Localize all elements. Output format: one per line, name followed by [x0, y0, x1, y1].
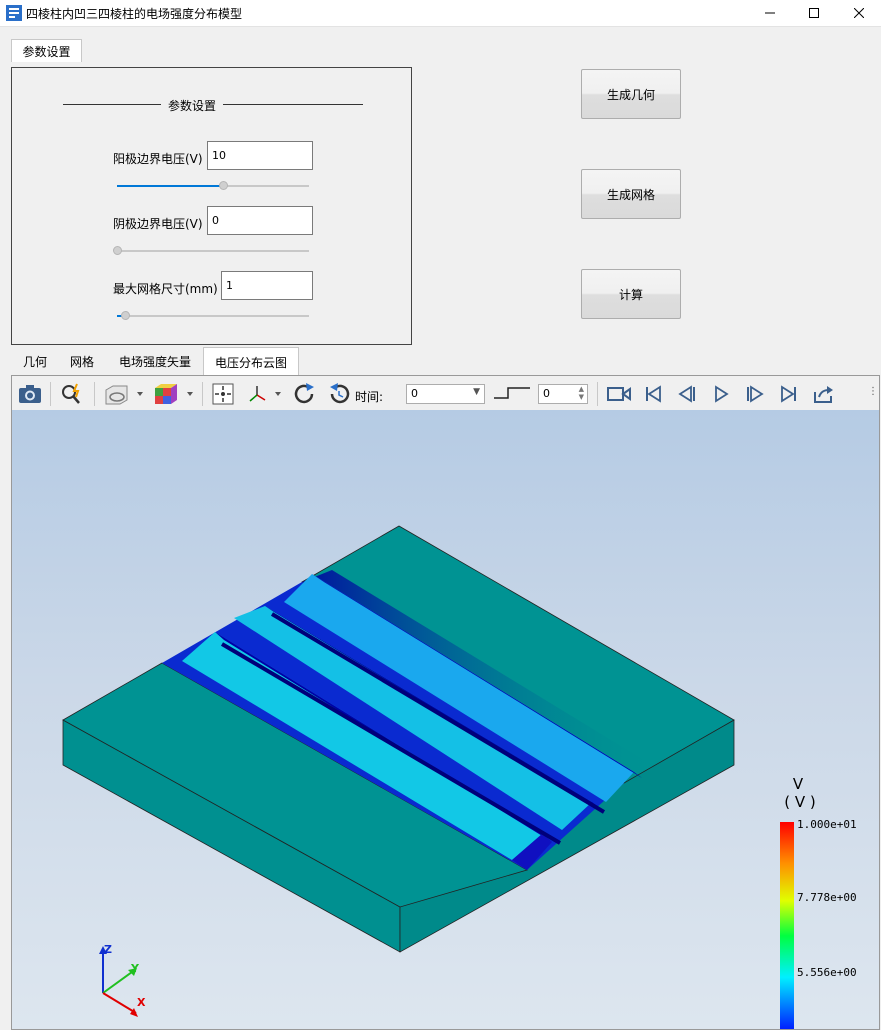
rotate-cw-button[interactable] [292, 383, 318, 405]
rotate-ccw-button[interactable] [326, 383, 352, 405]
display-mode-dropdown[interactable] [102, 383, 146, 405]
export-button[interactable] [811, 383, 835, 405]
next-frame-button[interactable] [743, 383, 767, 405]
max-mesh-size-input[interactable]: 1 [221, 271, 313, 300]
toolbar-separator [202, 382, 203, 406]
play-icon [715, 385, 729, 403]
title-bar: 四棱柱内凹三四棱柱的电场强度分布模型 [0, 0, 881, 27]
toolbar-separator [597, 382, 598, 406]
cathode-voltage-slider[interactable] [117, 250, 309, 252]
tab-voltage-contour[interactable]: 电压分布云图 [203, 347, 299, 376]
cathode-voltage-slider-handle[interactable] [113, 246, 122, 255]
first-frame-button[interactable] [641, 383, 665, 405]
record-video-button[interactable] [605, 383, 633, 405]
close-icon [854, 8, 864, 18]
window-title: 四棱柱内凹三四棱柱的电场强度分布模型 [26, 7, 243, 21]
tab-params[interactable]: 参数设置 [11, 39, 82, 62]
group-line-right [223, 104, 363, 105]
screenshot-button[interactable] [16, 383, 44, 405]
time-select-value: 0 [411, 387, 418, 400]
anode-voltage-slider-handle[interactable] [218, 181, 228, 190]
time-label: 时间: [355, 390, 384, 404]
color-cube-icon [155, 384, 193, 404]
first-frame-icon [646, 385, 661, 403]
render-view[interactable]: V ( V ) 1.000e+01 7.778e+00 5.556e+00 Z … [12, 410, 879, 1029]
anode-voltage-label: 阳极边界电压(V) [113, 152, 203, 166]
legend-tick-low: 5.556e+00 [797, 966, 857, 979]
axes-dropdown[interactable] [244, 383, 286, 405]
max-mesh-size-slider-handle[interactable] [120, 311, 130, 320]
tab-mesh[interactable]: 网格 [60, 348, 104, 374]
anode-voltage-slider-fill [117, 185, 223, 187]
color-map-dropdown[interactable] [152, 383, 196, 405]
export-icon [814, 386, 833, 403]
minimize-icon [765, 12, 775, 14]
legend-color-bar [780, 822, 794, 1029]
axes-triad: Z Y X [99, 943, 146, 1017]
chevron-down-icon: ▼ [473, 387, 480, 397]
step-function-icon [494, 387, 530, 399]
generate-mesh-button[interactable]: 生成网格 [581, 169, 681, 219]
max-mesh-size-label: 最大网格尺寸(mm) [113, 282, 218, 296]
time-select[interactable]: 0 ▼ [406, 384, 485, 404]
last-frame-button[interactable] [777, 383, 801, 405]
play-button[interactable] [709, 383, 733, 405]
time-spinbox-value: 0 [543, 387, 550, 400]
minimize-button[interactable] [747, 0, 793, 26]
axis-y-label: Y [130, 962, 140, 975]
legend-tick-mid: 7.778e+00 [797, 891, 857, 904]
prev-frame-button[interactable] [675, 383, 699, 405]
fit-view-icon [212, 383, 234, 405]
legend-unit: ( V ) [784, 793, 816, 811]
video-icon [607, 387, 631, 401]
rotate-cw-icon [294, 383, 314, 404]
voltage-contour-model: V ( V ) 1.000e+01 7.778e+00 5.556e+00 Z … [62, 525, 857, 1029]
group-line-left [63, 104, 161, 105]
group-title: 参数设置 [168, 99, 217, 113]
axis-x-label: X [137, 996, 146, 1009]
cathode-voltage-label: 阴极边界电压(V) [113, 217, 203, 231]
toolbar-separator [50, 382, 51, 406]
maximize-icon [809, 8, 819, 18]
compute-button[interactable]: 计算 [581, 269, 681, 319]
axes-icon [249, 386, 281, 402]
time-spinbox[interactable]: 0 ▲ ▼ [538, 384, 588, 404]
anode-voltage-input[interactable]: 10 [207, 141, 313, 170]
legend-title: V [793, 775, 804, 793]
next-frame-icon [747, 385, 764, 403]
app-icon [6, 5, 22, 21]
fit-view-button[interactable] [209, 383, 237, 405]
toolbar-overflow-handle[interactable]: ⋮ [868, 386, 878, 397]
tab-geometry[interactable]: 几何 [14, 348, 56, 374]
generate-geometry-button[interactable]: 生成几何 [581, 69, 681, 119]
toolbar-separator [94, 382, 95, 406]
last-frame-icon [781, 385, 796, 403]
rotate-ccw-icon [330, 383, 350, 404]
maximize-button[interactable] [791, 0, 837, 26]
spin-arrows-icon[interactable]: ▲ ▼ [579, 385, 584, 401]
zoom-button[interactable] [58, 383, 86, 405]
max-mesh-size-slider[interactable] [117, 315, 309, 317]
zoom-icon [62, 383, 80, 404]
camera-icon [19, 385, 41, 403]
close-button[interactable] [836, 0, 881, 26]
legend-tick-max: 1.000e+01 [797, 818, 857, 831]
prev-frame-icon [678, 385, 695, 403]
tab-field-vector[interactable]: 电场强度矢量 [108, 348, 202, 374]
display-mode-icon [105, 385, 143, 405]
cathode-voltage-input[interactable]: 0 [207, 206, 313, 235]
axis-z-label: Z [104, 943, 112, 956]
